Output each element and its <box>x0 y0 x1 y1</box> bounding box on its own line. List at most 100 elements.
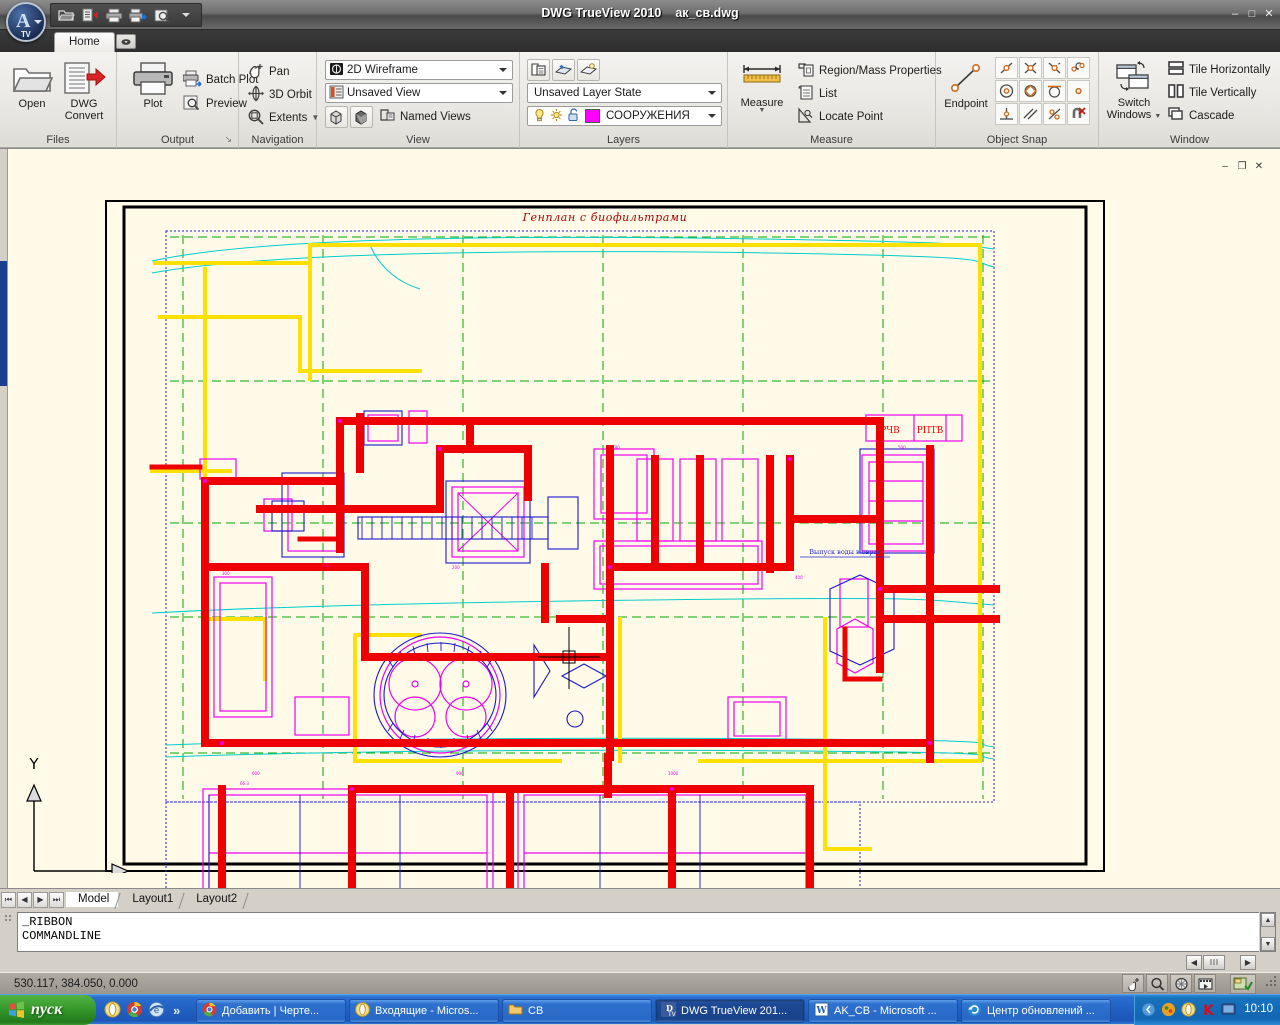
chevron-down-icon[interactable] <box>705 85 718 101</box>
switch-windows-button[interactable]: Switch Windows ▼ <box>1103 60 1165 121</box>
layout-first-button[interactable]: ⏮ <box>1 891 16 908</box>
close-button[interactable]: ✕ <box>1261 7 1277 22</box>
view-shaded-button[interactable] <box>350 106 373 128</box>
scroll-right-button[interactable]: ▶ <box>1240 954 1256 970</box>
region-mass-properties-button[interactable]: Region/Mass Properties <box>793 60 946 81</box>
chevron-down-icon[interactable]: ▼ <box>1154 113 1161 120</box>
document-restore-button[interactable]: ❐ <box>1235 161 1249 174</box>
tile-vertically-button[interactable]: Tile Vertically <box>1163 82 1260 103</box>
snap-quadrant-icon[interactable] <box>1019 80 1042 102</box>
document-close-button[interactable]: ✕ <box>1252 161 1266 174</box>
open-button[interactable]: Open <box>4 61 60 110</box>
snap-perpendicular-icon[interactable] <box>995 103 1018 125</box>
layer-unlock-icon[interactable] <box>567 107 580 125</box>
layer-state-combo[interactable]: Unsaved Layer State <box>527 83 722 103</box>
status-showmotion-icon[interactable] <box>1194 974 1216 993</box>
chevron-down-icon[interactable] <box>705 108 718 124</box>
layer-thaw-icon[interactable] <box>550 108 563 125</box>
antivirus-icon[interactable] <box>1161 1002 1177 1018</box>
status-resize-grip[interactable] <box>1266 976 1280 991</box>
task-button[interactable]: Добавить | Черте... <box>196 998 346 1023</box>
layout-prev-button[interactable]: ◀ <box>17 891 32 908</box>
snap-node-icon[interactable] <box>1067 80 1090 102</box>
chrome-icon[interactable] <box>126 1001 144 1019</box>
pan-button[interactable]: Pan <box>243 61 293 82</box>
view-cube-button[interactable] <box>325 106 348 128</box>
monitor-icon[interactable] <box>1221 1002 1237 1018</box>
measure-button[interactable]: Measure ▼ <box>734 60 790 114</box>
layer-freeze-button[interactable] <box>552 59 575 81</box>
scroll-left-button[interactable]: ◀ <box>1186 954 1202 970</box>
task-button[interactable]: СВ <box>502 998 652 1023</box>
system-clock[interactable]: 10:10 <box>1244 1003 1273 1015</box>
open-button-label: Open <box>18 98 46 110</box>
layout-next-button[interactable]: ▶ <box>33 891 48 908</box>
opera-icon[interactable] <box>104 1001 122 1019</box>
command-line-horizontal-scrollbar[interactable]: ◀ ▶ <box>1186 954 1278 970</box>
snap-none-icon[interactable] <box>1067 103 1090 125</box>
command-line-text[interactable]: _RIBBON COMMANDLINE <box>17 912 1259 952</box>
scroll-down-button[interactable]: ▼ <box>1261 937 1275 951</box>
task-button-active[interactable]: D TV DWG TrueView 201... <box>655 998 805 1023</box>
layer-off-button[interactable] <box>577 59 600 81</box>
command-line-grip[interactable] <box>3 913 14 953</box>
status-pan-icon[interactable] <box>1122 974 1144 993</box>
document-minimize-button[interactable]: – <box>1218 161 1232 174</box>
snap-apparent-intersection-icon[interactable] <box>1043 57 1066 79</box>
snap-center-icon[interactable] <box>995 80 1018 102</box>
task-button[interactable]: Входящие - Micros... <box>349 998 499 1023</box>
zoom-extents-button[interactable]: Extents ▼ <box>243 107 323 128</box>
list-button[interactable]: List <box>793 83 841 104</box>
status-toolbar-lock-icon[interactable] <box>1230 973 1256 994</box>
chevron-down-icon[interactable] <box>496 62 509 78</box>
layout-last-button[interactable]: ⏭ <box>49 891 64 908</box>
orbit-button[interactable]: 3D Orbit <box>243 84 316 105</box>
dwg-convert-button[interactable]: DWG Convert <box>56 61 112 122</box>
endpoint-button[interactable]: Endpoint <box>938 61 994 110</box>
ie-icon[interactable]: e <box>148 1001 166 1019</box>
plot-button[interactable]: Plot <box>125 61 181 110</box>
layer-on-icon[interactable] <box>533 108 546 125</box>
drawing-canvas[interactable]: – ❐ ✕ Генплан с биофильтрами 300 250 200… <box>0 148 1280 889</box>
layer-color-swatch[interactable] <box>585 109 600 123</box>
pan-icon <box>247 62 265 82</box>
scroll-thumb[interactable] <box>1203 954 1225 970</box>
tab-home[interactable]: Home <box>54 32 115 52</box>
command-line-vertical-scrollbar[interactable]: ▲ ▼ <box>1260 912 1276 952</box>
layer-properties-button[interactable] <box>527 59 550 81</box>
cad-drawing[interactable]: Генплан с биофильтрами 300250 200180 400… <box>0 149 1280 889</box>
snap-intersection-icon[interactable] <box>1019 57 1042 79</box>
layout-tab-layout2[interactable]: Layout2 <box>184 892 246 907</box>
task-button[interactable]: Центр обновлений ... <box>961 998 1111 1023</box>
minimize-button[interactable]: – <box>1227 7 1243 22</box>
maximize-button[interactable]: □ <box>1244 7 1260 22</box>
tile-horizontally-button[interactable]: Tile Horizontally <box>1163 59 1274 80</box>
status-steering-wheels-icon[interactable] <box>1170 974 1192 993</box>
named-views-button[interactable]: Named Views <box>375 106 475 127</box>
show-hidden-icons-icon[interactable] <box>1141 1002 1157 1018</box>
application-menu-button[interactable]: A TV <box>6 2 46 42</box>
kaspersky-icon[interactable]: K <box>1201 1002 1217 1019</box>
visual-style-combo[interactable]: 2D Wireframe <box>325 60 513 80</box>
view-combo[interactable]: Unsaved View <box>325 83 513 103</box>
cascade-button[interactable]: Cascade <box>1163 105 1238 126</box>
output-panel-dialog-launcher[interactable]: ↘ <box>224 134 232 145</box>
snap-tangent-icon[interactable] <box>1043 80 1066 102</box>
snap-extension-icon[interactable] <box>1067 57 1090 79</box>
layout-tab-layout1[interactable]: Layout1 <box>120 892 182 907</box>
locate-point-button[interactable]: Locate Point <box>793 106 887 127</box>
ribbon-panel-dropdown-icon[interactable] <box>116 34 136 49</box>
snap-parallel-icon[interactable] <box>1019 103 1042 125</box>
quick-launch-overflow[interactable]: » <box>173 1003 180 1018</box>
status-zoom-icon[interactable] <box>1146 974 1168 993</box>
scroll-up-button[interactable]: ▲ <box>1261 913 1275 927</box>
task-button[interactable]: W AK_CB - Microsoft ... <box>808 998 958 1023</box>
cursor-coordinates[interactable]: 530.117, 384.050, 0.000 <box>14 978 138 990</box>
current-layer-combo[interactable]: СООРУЖЕНИЯ <box>527 106 722 126</box>
snap-insert-icon[interactable] <box>1043 103 1066 125</box>
chevron-down-icon[interactable] <box>496 85 509 101</box>
snap-endpoint-icon[interactable] <box>995 57 1018 79</box>
opera-tray-icon[interactable] <box>1181 1002 1197 1018</box>
start-button[interactable]: пуск <box>0 995 96 1025</box>
layout-tab-model[interactable]: Model <box>66 892 119 907</box>
